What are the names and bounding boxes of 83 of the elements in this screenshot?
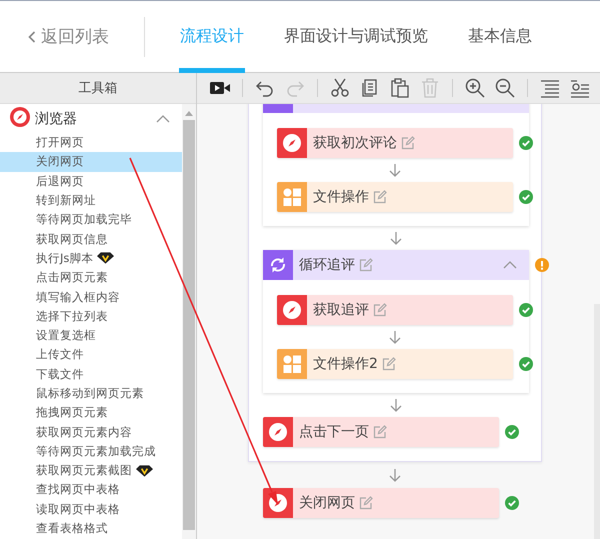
item-label: 获取网页元素内容	[36, 424, 132, 440]
tree-item[interactable]: 打开网页	[0, 133, 182, 152]
item-label: 读取网页中表格	[36, 502, 120, 517]
edit-icon[interactable]	[373, 190, 387, 204]
item-label: 查找网页中表格	[36, 482, 120, 498]
tab[interactable]: 界面设计与调试预览	[283, 0, 429, 72]
node-title: 获取追评	[313, 301, 369, 319]
edit-icon[interactable]	[373, 303, 387, 317]
item-label: 等待网页加载完毕	[36, 212, 132, 228]
tree-item[interactable]: 执行Js脚本	[0, 248, 182, 268]
edit-icon[interactable]	[359, 496, 373, 510]
grid-icon	[277, 349, 307, 379]
tree-item[interactable]: 读取网页中表格	[0, 500, 182, 519]
item-label: 下载文件	[36, 366, 84, 382]
edit-icon[interactable]	[382, 357, 396, 371]
action-node[interactable]: 获取追评	[277, 295, 513, 325]
action-node[interactable]: 文件操作2	[277, 349, 513, 379]
item-label: 获取网页信息	[36, 232, 108, 247]
loop-header[interactable]: 循环追评	[263, 250, 529, 280]
scrollbar[interactable]	[182, 104, 196, 539]
tree-item[interactable]: 获取网页元素内容	[0, 422, 182, 442]
collapse-chevron-icon[interactable]	[156, 114, 170, 124]
tree-item[interactable]: 后退网页	[0, 172, 182, 191]
item-label: 转到新网址	[36, 193, 96, 208]
tree-item[interactable]: 拖拽网页元素	[0, 403, 182, 422]
tree-item[interactable]: 等待网页加载完毕	[0, 210, 182, 230]
tree-item[interactable]: 上传文件	[0, 345, 182, 365]
edit-icon[interactable]	[401, 136, 415, 150]
item-label: 执行Js脚本	[36, 250, 94, 266]
node-title: 关闭网页	[299, 494, 355, 512]
action-node[interactable]: 文件操作	[277, 182, 513, 212]
tree-item[interactable]: 点击网页元素	[0, 268, 182, 288]
node-title: 点击下一页	[299, 423, 369, 441]
item-label: 拖拽网页元素	[36, 405, 108, 420]
item-label: 获取网页元素截图	[36, 463, 132, 478]
item-label: 查看表格格式	[36, 521, 108, 536]
item-label: 填写输入框内容	[36, 290, 120, 305]
chevron-left-icon	[28, 30, 36, 42]
action-node[interactable]: 点击下一页	[263, 417, 499, 447]
edit-icon[interactable]	[373, 425, 387, 439]
tree-item[interactable]: 设置复选框	[0, 326, 182, 346]
item-label: 点击网页元素	[36, 270, 108, 286]
tree-item[interactable]: 获取网页元素截图	[0, 461, 182, 480]
compass-icon	[263, 488, 293, 518]
item-label: 等待网页元素加载完成	[36, 444, 156, 459]
action-node[interactable]: 获取初次评论	[277, 128, 513, 158]
tab[interactable]: 基本信息	[467, 0, 533, 72]
item-label: 设置复选框	[36, 328, 96, 344]
edit-icon[interactable]	[359, 258, 373, 272]
tree-item[interactable]: 查找网页中表格	[0, 480, 182, 500]
action-node[interactable]: 关闭网页	[263, 488, 499, 518]
tree-item[interactable]: 查看表格格式	[0, 518, 182, 538]
tree-group[interactable]: 浏览器	[0, 105, 182, 133]
down-arrow-icon	[389, 398, 403, 412]
tree-item[interactable]: 获取网页信息	[0, 229, 182, 249]
item-label: 鼠标移动到网页元素	[36, 386, 144, 401]
node-title: 文件操作2	[313, 355, 378, 373]
compass-icon	[277, 128, 307, 158]
back-link[interactable]: 返回列表	[0, 25, 144, 48]
down-arrow-icon	[389, 231, 403, 245]
tree-item[interactable]: 转到新网址	[0, 190, 182, 210]
tree-item[interactable]: 下载文件	[0, 364, 182, 384]
loop-title: 循环追评	[299, 256, 355, 274]
item-label: 关闭网页	[36, 154, 84, 170]
tree-item[interactable]: 选择下拉列表	[0, 306, 182, 326]
compass-icon	[277, 295, 307, 325]
down-arrow-icon	[388, 163, 402, 177]
down-arrow-icon	[388, 330, 402, 344]
grid-icon	[277, 182, 307, 212]
item-label: 选择下拉列表	[36, 308, 108, 324]
tree-item[interactable]: 填写输入框内容	[0, 287, 182, 307]
down-arrow-icon	[388, 468, 402, 482]
collapse-chevron-icon[interactable]	[503, 260, 517, 270]
item-label: 后退网页	[36, 174, 84, 189]
tree-item[interactable]: 等待网页元素加载完成	[0, 442, 182, 462]
tree-item[interactable]: 关闭网页	[0, 152, 182, 172]
toolbox-title: 工具箱	[0, 73, 196, 104]
node-title: 文件操作	[313, 188, 369, 206]
tree-item[interactable]: 鼠标移动到网页元素	[0, 384, 182, 404]
item-label: 上传文件	[36, 347, 84, 362]
item-label: 打开网页	[36, 135, 84, 150]
node-title: 获取初次评论	[313, 134, 397, 152]
compass-icon	[263, 417, 293, 447]
